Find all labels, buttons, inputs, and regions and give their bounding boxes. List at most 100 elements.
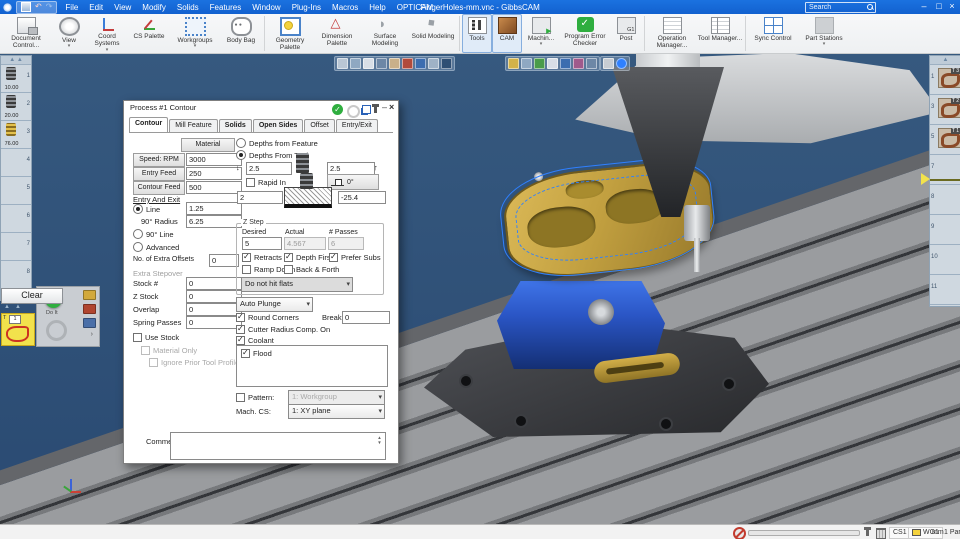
dialog-minimize-icon[interactable]: – — [382, 102, 387, 112]
pin-icon[interactable] — [372, 104, 379, 113]
top-depth-field[interactable]: 2.5 — [246, 162, 292, 175]
ribbon-coord-systems[interactable]: Coord Systems — [86, 14, 128, 53]
undo-icon[interactable]: ↶ — [35, 2, 42, 12]
speed-rpm-button[interactable]: Speed: RPM — [133, 153, 185, 167]
view-mode-icon[interactable] — [402, 58, 413, 69]
menu-window[interactable]: Window — [252, 3, 280, 12]
tool-slot[interactable]: 76.00 3 — [1, 121, 31, 149]
depth-first-checkbox[interactable]: Depth First — [284, 253, 333, 262]
app-icon[interactable] — [3, 2, 12, 12]
absolute-depth-field[interactable]: -25.4 — [338, 191, 386, 204]
folder-icon[interactable] — [83, 290, 96, 300]
expand-icon[interactable]: › — [91, 331, 93, 338]
maximize-button[interactable]: □ — [933, 0, 945, 13]
coolant-checkbox[interactable]: Coolant — [236, 336, 274, 345]
speed-rpm-field[interactable]: 3000 — [186, 153, 242, 166]
minimize-button[interactable]: – — [918, 0, 930, 13]
view-mode-icon[interactable] — [376, 58, 387, 69]
mach-cs-dropdown[interactable]: 1: XY plane — [288, 404, 385, 419]
render-mode-icon[interactable] — [586, 58, 597, 69]
view-mode-icon[interactable] — [337, 58, 348, 69]
view-mode-icon[interactable] — [389, 58, 400, 69]
ribbon-program-error-checker[interactable]: Program Error Checker — [560, 14, 610, 53]
flood-checkbox[interactable]: Flood — [241, 349, 272, 358]
operation-slot[interactable]: 3 T 2 — [930, 95, 960, 125]
tool-slot[interactable]: 6 — [1, 205, 31, 233]
view-mode-icon[interactable] — [441, 58, 452, 69]
zoom-window-icon[interactable] — [603, 58, 614, 69]
ribbon-part-stations[interactable]: Part Stations — [798, 14, 850, 53]
tab-solids[interactable]: Solids — [218, 119, 252, 132]
menu-macros[interactable]: Macros — [332, 3, 358, 12]
menu-modify[interactable]: Modify — [142, 3, 166, 12]
insert-marker-arrow[interactable] — [921, 173, 930, 185]
ribbon-dimension-palette[interactable]: Dimension Palette — [313, 14, 361, 53]
render-mode-icon[interactable] — [508, 58, 519, 69]
render-mode-icon[interactable] — [521, 58, 532, 69]
tool-slot[interactable]: 7 — [1, 233, 31, 261]
desired-step-field[interactable]: 5 — [242, 237, 282, 250]
render-mode-icon[interactable] — [534, 58, 545, 69]
line-value-field[interactable]: 1.25 — [186, 202, 242, 215]
menu-help[interactable]: Help — [369, 3, 385, 12]
ribbon-surface-modeling[interactable]: Surface Modeling — [361, 14, 409, 53]
clear-button[interactable]: Clear — [1, 288, 63, 304]
ribbon-tool-manager[interactable]: Tool Manager... — [697, 14, 743, 53]
menu-view[interactable]: View — [114, 3, 131, 12]
ribbon-body-bag[interactable]: Body Bag — [220, 14, 262, 53]
ribbon-solid-modeling[interactable]: Solid Modeling — [409, 14, 457, 53]
material-button[interactable]: Material — [181, 138, 235, 152]
line90-radio[interactable]: 90° Line — [133, 229, 174, 239]
tool-slot[interactable]: 20.00 2 — [1, 93, 31, 121]
extra-offsets-field[interactable]: 0 — [209, 254, 239, 267]
tab-contour[interactable]: Contour — [129, 117, 169, 132]
operation-slot[interactable]: 1 T 3 — [930, 65, 960, 95]
operation-slot[interactable]: 11 — [930, 275, 960, 305]
contour-feed-button[interactable]: Contour Feed — [133, 181, 185, 195]
ribbon-workgroups[interactable]: Workgroups — [170, 14, 220, 53]
operation-slot[interactable]: 8 — [930, 185, 960, 215]
pattern-checkbox[interactable]: Pattern: — [236, 393, 274, 402]
ribbon-cam[interactable]: CAM — [492, 14, 522, 53]
ribbon-document-control[interactable]: Document Control... — [0, 14, 52, 53]
operation-slot[interactable]: 9 — [930, 215, 960, 245]
tool-slot[interactable]: 4 — [1, 149, 31, 177]
spinner-icon[interactable]: ▲ ▼ — [376, 435, 383, 445]
ribbon-machine[interactable]: Machin... — [522, 14, 560, 53]
z-stock-field[interactable]: 0 — [186, 290, 242, 303]
redo-op-button[interactable] — [46, 320, 67, 341]
coolant-list[interactable]: Flood — [236, 345, 388, 387]
menu-features[interactable]: Features — [210, 3, 242, 12]
menu-plugins[interactable]: Plug-Ins — [292, 3, 321, 12]
plunge-dropdown[interactable]: Auto Plunge — [236, 297, 313, 312]
ribbon-geometry-palette[interactable]: Geometry Palette — [267, 14, 313, 53]
view-mode-icon[interactable] — [428, 58, 439, 69]
use-stock-checkbox[interactable]: Use Stock — [133, 333, 179, 342]
render-mode-icon[interactable] — [547, 58, 558, 69]
render-mode-icon[interactable] — [573, 58, 584, 69]
view-mode-icon[interactable] — [363, 58, 374, 69]
entry-feed-button[interactable]: Entry Feed — [133, 167, 185, 181]
tab-entry-exit[interactable]: Entry/Exit — [335, 119, 378, 132]
operation-slot[interactable]: 5 T 1 — [930, 125, 960, 155]
duplicate-icon[interactable] — [362, 105, 371, 114]
entry-angle-button[interactable]: 0° — [327, 174, 379, 190]
ribbon-tools[interactable]: Tools — [462, 14, 492, 53]
tab-open-sides[interactable]: Open Sides — [252, 119, 304, 132]
prefer-subs-checkbox[interactable]: Prefer Subs — [329, 253, 381, 262]
ops-icon[interactable] — [83, 318, 96, 328]
redo-icon[interactable]: ↷ — [46, 2, 53, 12]
depths-from-feature-radio[interactable]: Depths from Feature — [236, 138, 318, 148]
rapid-in-checkbox[interactable]: Rapid In — [246, 178, 286, 187]
render-mode-icon[interactable] — [560, 58, 571, 69]
menu-edit[interactable]: Edit — [89, 3, 103, 12]
zoom-fit-icon[interactable] — [616, 58, 627, 69]
operation-slot[interactable]: 10 — [930, 245, 960, 275]
advanced-radio[interactable]: Advanced — [133, 242, 179, 252]
comment-textarea[interactable]: ▲ ▼ — [170, 432, 386, 460]
spring-passes-field[interactable]: 0 — [186, 316, 242, 329]
view-mode-icon[interactable] — [415, 58, 426, 69]
tool-slot[interactable]: 8 — [1, 261, 31, 289]
process-tile-1[interactable]: T 1 — [1, 313, 35, 346]
ribbon-cs-palette[interactable]: CS Palette — [128, 14, 170, 53]
